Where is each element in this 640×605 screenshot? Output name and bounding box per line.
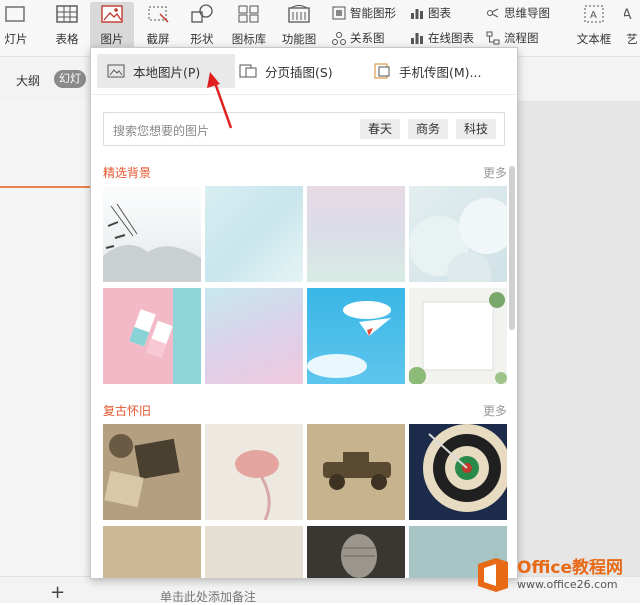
- background-thumbnail[interactable]: [307, 186, 405, 282]
- table-icon: [56, 5, 78, 23]
- watermark-brand: Office教程网: [517, 557, 624, 578]
- background-thumbnail[interactable]: [205, 186, 303, 282]
- svg-text:A: A: [624, 7, 632, 23]
- tab-phone-transfer[interactable]: 手机传图(M)...: [373, 54, 481, 88]
- flowchart-button[interactable]: 流程图: [486, 30, 539, 46]
- more-link-retro[interactable]: 更多: [483, 402, 507, 419]
- background-thumbnail[interactable]: [205, 288, 303, 384]
- mind-map-button[interactable]: 思维导图: [486, 5, 550, 21]
- vintage-car-art: [323, 452, 391, 490]
- local-picture-icon: [107, 64, 125, 78]
- svg-text:A: A: [590, 10, 597, 21]
- shapes-button[interactable]: 形状: [182, 2, 222, 47]
- panel-scrollbar[interactable]: [509, 166, 515, 330]
- function-chart-icon: [288, 5, 310, 23]
- selected-slide-indicator: [0, 186, 92, 188]
- ink-landscape-art: [103, 203, 201, 282]
- pink-blocks-art: [129, 288, 201, 384]
- picture-icon: [101, 5, 123, 23]
- icon-library-button[interactable]: 图标库: [228, 2, 270, 47]
- watermark-url: www.office26.com: [517, 577, 618, 591]
- online-chart-button[interactable]: 在线图表: [410, 30, 474, 46]
- screenshot-button[interactable]: 截屏: [138, 2, 178, 47]
- retro-thumbnail[interactable]: [307, 526, 405, 578]
- retro-thumbnail[interactable]: [103, 526, 201, 578]
- phone-transfer-icon: [374, 63, 390, 79]
- retro-thumbnail[interactable]: [205, 424, 303, 520]
- screenshot-icon: [148, 6, 169, 23]
- background-thumbnail[interactable]: [103, 288, 201, 384]
- smart-graphic-button[interactable]: 智能图形: [332, 5, 396, 21]
- microphone-art: [341, 534, 377, 578]
- tag-spring[interactable]: 春天: [360, 119, 401, 139]
- section-title-retro: 复古怀旧: [103, 404, 152, 418]
- slide-icon: [5, 6, 25, 22]
- online-chart-icon: [411, 33, 423, 44]
- flowchart-icon: [486, 31, 500, 45]
- slide-tab[interactable]: 幻灯: [54, 70, 86, 88]
- watermark: Office教程网 www.office26.com: [474, 547, 640, 602]
- icon-library-icon: [238, 5, 259, 23]
- background-thumbnail[interactable]: [103, 186, 201, 282]
- picture-dropdown-panel: 本地图片(P) 分页插图(S) 手机传图(M)... 搜索您想要的图片 春天 商…: [90, 47, 518, 579]
- section-title-featured: 精选背景: [103, 166, 152, 180]
- mind-map-icon: [487, 8, 499, 18]
- paper-plane-art: [307, 301, 391, 378]
- background-thumbnail[interactable]: [409, 186, 507, 282]
- search-input[interactable]: 搜索您想要的图片: [113, 122, 209, 139]
- office-logo-icon: [478, 557, 508, 592]
- tag-technology[interactable]: 科技: [456, 119, 497, 139]
- retro-thumbnail[interactable]: [205, 526, 303, 578]
- table-button[interactable]: 表格: [48, 2, 86, 47]
- textbox-icon: A: [584, 5, 604, 23]
- dartboard-art: [423, 424, 507, 512]
- slide-thumbnail-pane: [0, 101, 92, 602]
- background-thumbnail[interactable]: [409, 288, 507, 384]
- notes-placeholder[interactable]: 单击此处添加备注: [160, 588, 256, 605]
- relation-map-button[interactable]: 关系图: [332, 30, 385, 46]
- chart-button[interactable]: 图表: [410, 5, 451, 21]
- art-text-icon: A: [624, 7, 632, 23]
- outline-tab[interactable]: 大纲: [16, 72, 40, 89]
- function-chart-button[interactable]: 功能图: [276, 2, 322, 47]
- chart-icon: [411, 9, 423, 19]
- relation-map-icon: [332, 32, 346, 45]
- picture-search-box[interactable]: 搜索您想要的图片 春天 商务 科技: [103, 112, 505, 146]
- more-link-featured[interactable]: 更多: [483, 164, 507, 181]
- picture-button[interactable]: 图片: [90, 2, 134, 52]
- picture-source-tabs: 本地图片(P) 分页插图(S) 手机传图(M)...: [91, 48, 517, 95]
- retro-thumbnail[interactable]: [103, 424, 201, 520]
- smart-graphic-icon: [332, 6, 346, 20]
- retro-thumbnail[interactable]: [409, 424, 507, 520]
- pink-hat-art: [235, 450, 279, 520]
- background-thumbnail[interactable]: [307, 288, 405, 384]
- leaves-frame-art: [409, 292, 507, 384]
- new-slide-button[interactable]: 灯片: [0, 2, 32, 47]
- retro-thumbnail[interactable]: [307, 424, 405, 520]
- tag-business[interactable]: 商务: [408, 119, 449, 139]
- red-arrow-annotation: [207, 72, 233, 129]
- slide-canvas-area: [516, 101, 640, 602]
- add-slide-button[interactable]: +: [50, 584, 65, 602]
- shapes-icon: [191, 4, 213, 23]
- tab-page-insert[interactable]: 分页插图(S): [239, 54, 333, 88]
- bubbles-art: [409, 198, 507, 282]
- textbox-button[interactable]: A 文本框: [572, 2, 616, 47]
- vintage-photos-art: [104, 434, 180, 508]
- art-text-button[interactable]: A 艺: [624, 2, 640, 47]
